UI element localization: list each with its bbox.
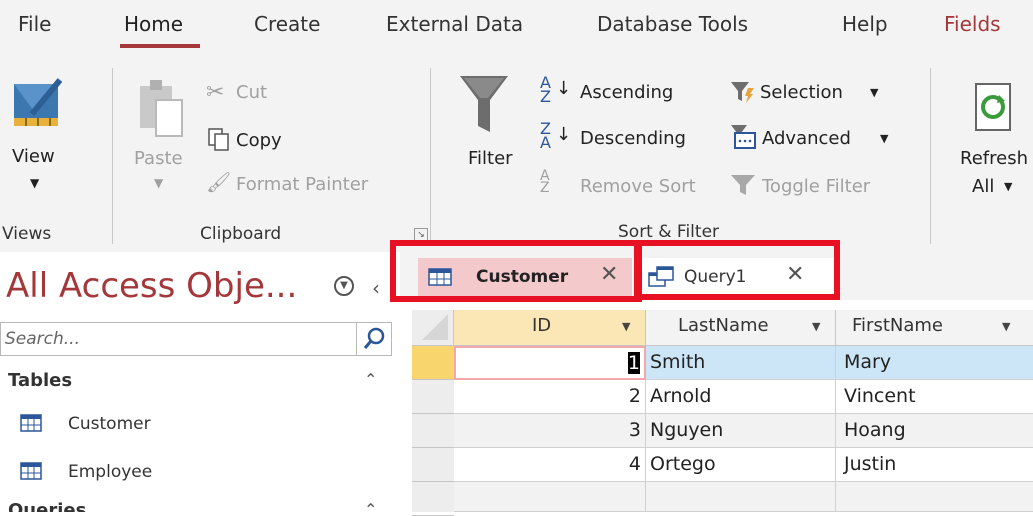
tab-file[interactable]: File	[18, 12, 51, 36]
refresh-icon[interactable]	[972, 80, 1016, 136]
table-cell-lastname[interactable]	[646, 482, 836, 512]
nav-search-input[interactable]: Search...	[5, 329, 80, 349]
shutter-bar-collapse-icon[interactable]: ‹	[372, 276, 380, 300]
nav-menu-chevron-icon[interactable]: ▼	[334, 276, 354, 296]
table-cell-firstname[interactable]: Justin	[836, 448, 1033, 482]
cut-icon: ✂	[206, 80, 225, 105]
group-label-sort-filter: Sort & Filter	[618, 222, 720, 242]
group-separator	[112, 68, 113, 244]
cut-button[interactable]: Cut	[236, 82, 267, 103]
table-cell-id[interactable]	[454, 482, 646, 512]
toggle-filter-button[interactable]: Toggle Filter	[762, 176, 870, 197]
table-cell-firstname[interactable]: Hoang	[836, 414, 1033, 448]
collapse-group-icon[interactable]: ⌃	[364, 500, 377, 512]
remove-sort-icon: AZ	[540, 168, 550, 196]
toggle-filter-icon	[730, 174, 756, 200]
nav-group-queries[interactable]: Queries	[8, 500, 86, 512]
table-cell-id[interactable]: 1	[454, 346, 646, 380]
tab-database-tools[interactable]: Database Tools	[597, 12, 748, 36]
column-header-label: ID	[532, 315, 552, 336]
table-cell-firstname[interactable]: Vincent	[836, 380, 1033, 414]
group-label-clipboard: Clipboard	[200, 224, 282, 244]
nav-pane-title[interactable]: All Access Obje...	[6, 266, 297, 306]
group-separator	[430, 68, 431, 244]
select-all-corner[interactable]	[412, 310, 454, 346]
sort-arrow-icon: ↓	[556, 78, 572, 99]
group-separator	[930, 68, 931, 244]
copy-button[interactable]: Copy	[236, 130, 282, 151]
nav-search-box[interactable]: Search...	[0, 322, 392, 356]
copy-icon	[208, 128, 230, 156]
advanced-dropdown-icon[interactable]: ▼	[880, 132, 888, 145]
remove-sort-button[interactable]: Remove Sort	[580, 176, 696, 197]
table-cell-id[interactable]: 3	[454, 414, 646, 448]
view-button[interactable]: View	[12, 146, 55, 167]
record-selector[interactable]	[412, 380, 454, 414]
refresh-dropdown-icon[interactable]: ▼	[1004, 180, 1012, 193]
nav-item-label: Customer	[68, 414, 151, 434]
nav-item-label: Employee	[68, 462, 153, 482]
table-cell-id[interactable]: 4	[454, 448, 646, 482]
table-cell-id[interactable]: 2	[454, 380, 646, 414]
descending-icon: ZA	[540, 119, 551, 152]
view-dropdown-icon[interactable]: ▼	[30, 176, 39, 190]
column-header-label: LastName	[678, 315, 769, 336]
record-selector[interactable]	[412, 346, 454, 380]
nav-group-tables[interactable]: Tables	[8, 370, 72, 391]
group-label-views: Views	[2, 224, 52, 244]
format-painter-icon: 🖌	[206, 170, 232, 194]
selection-icon	[730, 80, 756, 108]
table-cell-lastname[interactable]: Arnold	[646, 380, 836, 414]
record-selector[interactable]	[412, 448, 454, 482]
active-tab-indicator	[120, 44, 200, 48]
refresh-all-button[interactable]: All	[972, 176, 994, 197]
ascending-button[interactable]: Ascending	[580, 82, 673, 103]
format-painter-button[interactable]: Format Painter	[236, 174, 368, 195]
tab-fields[interactable]: Fields	[944, 12, 1001, 36]
table-cell-firstname[interactable]: Mary	[836, 346, 1033, 380]
table-cell-lastname[interactable]: Smith	[646, 346, 836, 380]
advanced-button[interactable]: Advanced	[762, 128, 851, 149]
tab-help[interactable]: Help	[842, 12, 888, 36]
advanced-icon	[730, 124, 758, 154]
paste-button[interactable]: Paste	[134, 148, 183, 169]
column-header-id[interactable]: ID ▼	[454, 310, 646, 346]
column-dropdown-icon[interactable]: ▼	[622, 320, 630, 333]
column-header-firstname[interactable]: FirstName ▼	[836, 310, 1033, 346]
record-selector[interactable]	[412, 482, 454, 516]
ribbon-tab-bar: File Home Create External Data Database …	[0, 0, 1033, 56]
highlight-box-query1-tab	[634, 240, 840, 300]
tab-external-data[interactable]: External Data	[386, 12, 523, 36]
ascending-icon: AZ	[540, 73, 551, 106]
selection-button[interactable]: Selection	[760, 82, 843, 103]
search-icon[interactable]	[356, 323, 391, 355]
collapse-group-icon[interactable]: ⌃	[364, 370, 377, 389]
view-icon[interactable]	[12, 74, 64, 136]
highlight-box-customer-tab	[390, 240, 642, 302]
tab-home[interactable]: Home	[124, 12, 183, 36]
column-dropdown-icon[interactable]: ▼	[812, 320, 820, 333]
record-selector[interactable]	[412, 414, 454, 448]
paste-dropdown-icon[interactable]: ▼	[154, 176, 163, 190]
table-cell-firstname[interactable]	[836, 482, 1033, 512]
table-icon	[20, 462, 42, 485]
table-icon	[20, 414, 42, 437]
column-dropdown-icon[interactable]: ▼	[1002, 320, 1010, 333]
paste-icon[interactable]	[136, 78, 186, 140]
filter-icon[interactable]	[454, 70, 514, 140]
column-header-label: FirstName	[852, 315, 943, 336]
sort-arrow-icon: ↓	[556, 124, 572, 145]
refresh-button[interactable]: Refresh	[960, 148, 1028, 169]
cell-value: 1	[627, 352, 640, 374]
descending-button[interactable]: Descending	[580, 128, 686, 149]
filter-button[interactable]: Filter	[468, 148, 513, 169]
table-cell-lastname[interactable]: Ortego	[646, 448, 836, 482]
column-header-lastname[interactable]: LastName ▼	[646, 310, 836, 346]
tab-create[interactable]: Create	[254, 12, 320, 36]
table-cell-lastname[interactable]: Nguyen	[646, 414, 836, 448]
selection-dropdown-icon[interactable]: ▼	[870, 86, 878, 99]
